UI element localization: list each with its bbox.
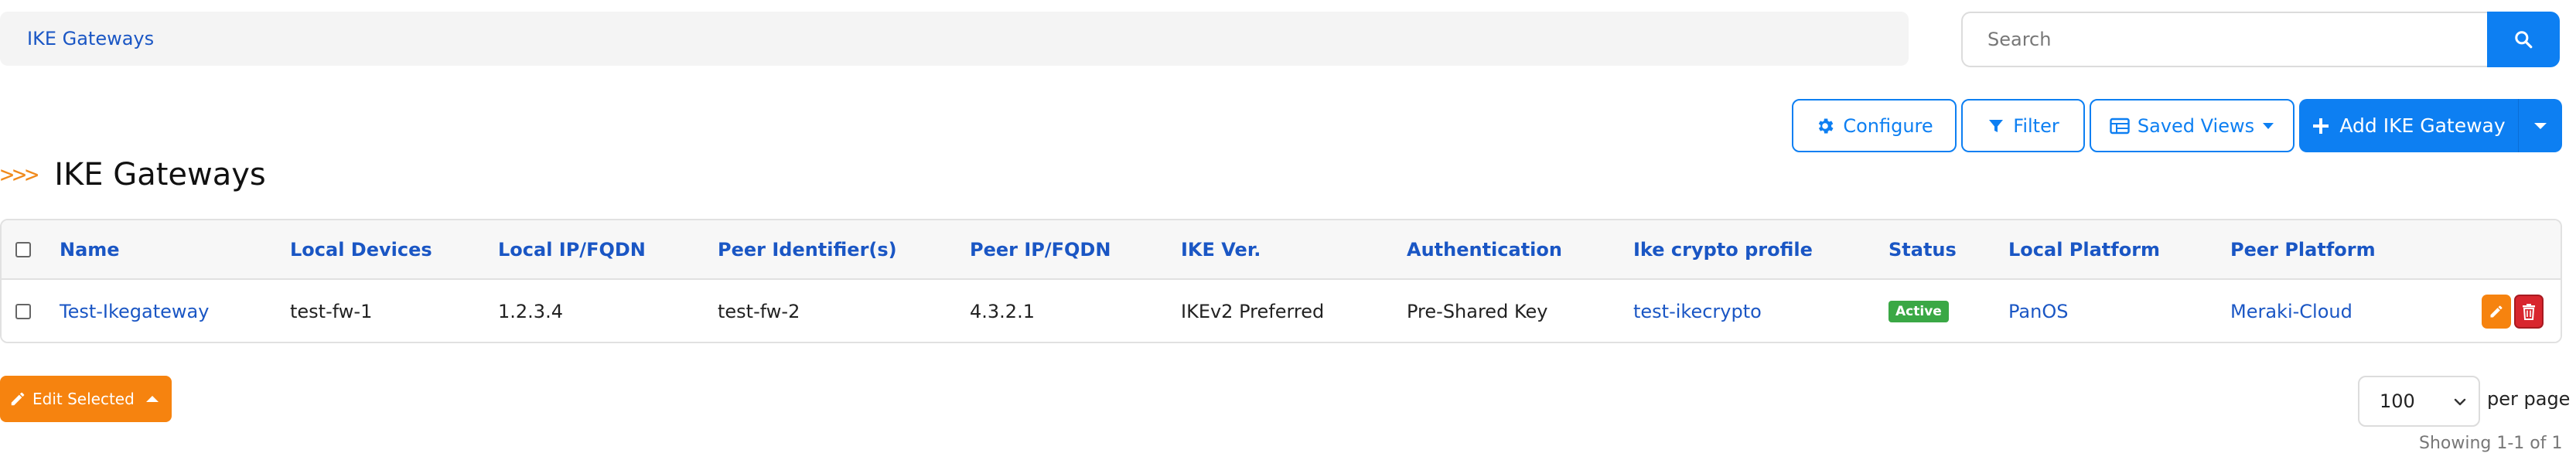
row-authentication: Pre-Shared Key <box>1407 301 1548 322</box>
row-select-cell <box>15 280 31 342</box>
filter-icon <box>1989 119 2004 132</box>
caret-up-icon <box>146 396 159 402</box>
add-ike-gateway-button[interactable]: Add IKE Gateway <box>2299 99 2519 152</box>
table-row: Test-Ikegateway test-fw-1 1.2.3.4 test-f… <box>2 280 2561 342</box>
column-header-peer-identifiers[interactable]: Peer Identifier(s) <box>718 220 897 278</box>
search-icon <box>2515 31 2533 49</box>
column-header-ike-version[interactable]: IKE Ver. <box>1181 220 1261 278</box>
heading-arrows: >>> <box>0 161 39 189</box>
pencil-icon <box>2490 305 2503 318</box>
configure-label: Configure <box>1843 114 1933 137</box>
saved-views-button[interactable]: Saved Views <box>2090 99 2295 152</box>
gear-icon <box>1819 118 1834 134</box>
edit-row-button[interactable] <box>2482 295 2511 329</box>
column-header-local-ip[interactable]: Local IP/FQDN <box>498 220 646 278</box>
table-header: Name Local Devices Local IP/FQDN Peer Id… <box>2 220 2561 280</box>
row-peer-identifiers: test-fw-2 <box>718 301 800 322</box>
per-page-select[interactable]: 100 <box>2358 376 2480 427</box>
edit-selected-button[interactable]: Edit Selected <box>0 376 172 422</box>
filter-button[interactable]: Filter <box>1961 99 2085 152</box>
column-header-name[interactable]: Name <box>60 220 120 278</box>
pencil-icon <box>11 392 25 406</box>
add-ike-gateway-label: Add IKE Gateway <box>2339 114 2506 137</box>
row-local-devices: test-fw-1 <box>290 301 373 322</box>
breadcrumb: IKE Gateways <box>0 12 1909 66</box>
filter-label: Filter <box>2013 114 2059 137</box>
row-peer-ip: 4.3.2.1 <box>970 301 1035 322</box>
row-peer-platform-link[interactable]: Meraki-Cloud <box>2230 280 2353 342</box>
page-heading: >>> IKE Gateways <box>0 155 266 195</box>
plus-icon <box>2313 118 2329 134</box>
row-local-platform-link[interactable]: PanOS <box>2008 280 2068 342</box>
edit-selected-label: Edit Selected <box>32 390 135 408</box>
column-header-status[interactable]: Status <box>1888 220 1957 278</box>
row-status-cell: Active <box>1888 280 1949 342</box>
pagination-summary: Showing 1-1 of 1 <box>2419 434 2563 453</box>
caret-down-icon <box>2534 122 2547 129</box>
caret-down-icon <box>2263 122 2274 129</box>
select-all-checkbox[interactable] <box>15 241 31 257</box>
saved-views-label: Saved Views <box>2137 114 2255 137</box>
row-ike-version: IKEv2 Preferred <box>1181 301 1325 322</box>
column-header-ike-crypto-profile[interactable]: Ike crypto profile <box>1633 220 1813 278</box>
chevron-down-icon <box>2454 398 2466 406</box>
page-title: IKE Gateways <box>54 157 266 193</box>
toolbar: Configure Filter Saved Views Add IKE Gat… <box>0 99 2576 152</box>
ike-gateways-table: Name Local Devices Local IP/FQDN Peer Id… <box>0 219 2562 343</box>
status-badge: Active <box>1888 301 1949 322</box>
breadcrumb-link-ike-gateways[interactable]: IKE Gateways <box>27 28 154 49</box>
select-all-cell <box>15 220 31 278</box>
row-ike-crypto-profile-link[interactable]: test-ikecrypto <box>1633 280 1762 342</box>
row-name-link[interactable]: Test-Ikegateway <box>60 280 209 342</box>
table-icon <box>2110 118 2130 134</box>
trash-icon <box>2523 304 2535 320</box>
per-page-label: per page <box>2487 388 2571 410</box>
configure-button[interactable]: Configure <box>1792 99 1957 152</box>
row-select-checkbox[interactable] <box>15 304 31 319</box>
search-bar <box>1961 12 2560 67</box>
column-header-peer-platform[interactable]: Peer Platform <box>2230 220 2376 278</box>
search-input[interactable] <box>1961 12 2487 67</box>
search-button[interactable] <box>2487 12 2560 67</box>
delete-row-button[interactable] <box>2514 295 2544 329</box>
add-ike-gateway-group: Add IKE Gateway <box>2299 99 2562 152</box>
per-page-value: 100 <box>2380 390 2415 412</box>
row-local-ip: 1.2.3.4 <box>498 301 563 322</box>
column-header-authentication[interactable]: Authentication <box>1407 220 1562 278</box>
column-header-local-platform[interactable]: Local Platform <box>2008 220 2160 278</box>
column-header-local-devices[interactable]: Local Devices <box>290 220 432 278</box>
add-ike-gateway-dropdown-toggle[interactable] <box>2519 99 2562 152</box>
column-header-peer-ip[interactable]: Peer IP/FQDN <box>970 220 1111 278</box>
